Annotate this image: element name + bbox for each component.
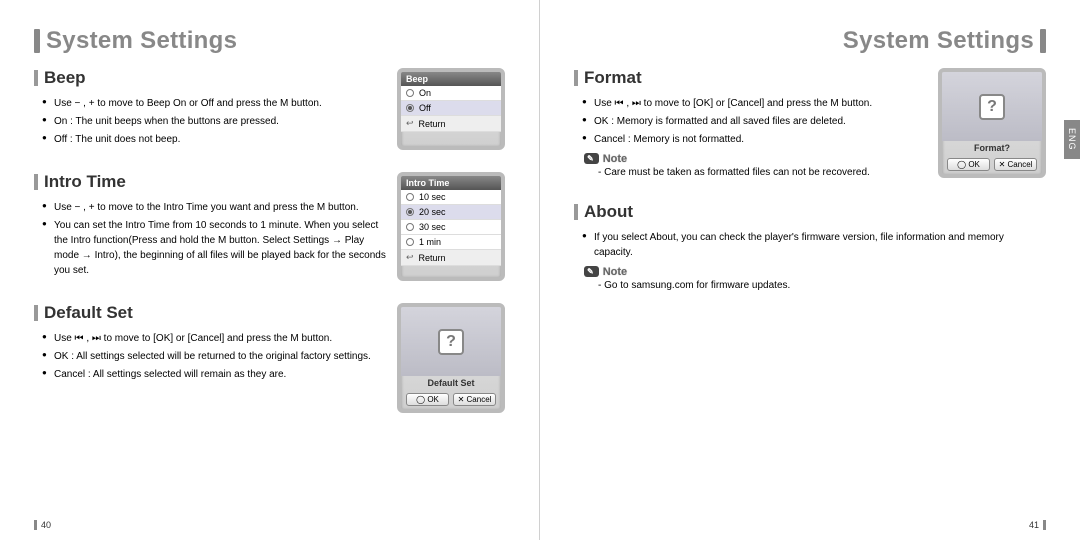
beep-bullet-0: Use − , + to move to Beep On or Off and … (44, 96, 387, 111)
ss-beep-header: Beep (401, 72, 501, 86)
page-right: System Settings Format Use ⏮ , ⏭ to move… (540, 0, 1080, 540)
heading-default: Default Set (34, 303, 387, 323)
title-accent (34, 29, 40, 53)
about-bullet-0: If you select About, you can check the p… (584, 230, 1036, 260)
ss-beep-return: ↩Return (401, 116, 501, 132)
screenshot-default: ? Default Set ◯ OK ✕ Cancel (397, 303, 505, 413)
section-intro: Intro Time Use − , + to move to the Intr… (34, 172, 505, 281)
heading-default-text: Default Set (44, 303, 133, 323)
page-number-right: 41 (1029, 520, 1046, 530)
heading-format: Format (574, 68, 928, 88)
dialog-ok: ◯ OK (406, 393, 449, 406)
page-title-bar-right: System Settings (574, 24, 1046, 58)
format-note-text: - Care must be taken as formatted files … (574, 165, 928, 180)
return-icon: ↩ (406, 252, 414, 263)
radio-icon (406, 238, 414, 246)
page-title: System Settings (46, 27, 237, 55)
ss-beep-off: Off (401, 101, 501, 116)
heading-beep: Beep (34, 68, 387, 88)
lang-tab: ENG (1064, 120, 1080, 159)
section-about: About If you select About, you can check… (574, 202, 1046, 293)
dialog-format-label: Format? (942, 141, 1042, 155)
ss-intro-header: Intro Time (401, 176, 501, 190)
format-bullet-2: Cancel : Memory is not formatted. (584, 132, 928, 147)
heading-intro: Intro Time (34, 172, 387, 192)
title-accent (1040, 29, 1046, 53)
ss-intro-30: 30 sec (401, 220, 501, 235)
screenshot-intro: Intro Time 10 sec 20 sec 30 sec 1 min ↩R… (397, 172, 505, 281)
radio-icon (406, 104, 414, 112)
heading-intro-text: Intro Time (44, 172, 126, 192)
note-icon (584, 153, 599, 164)
question-icon: ? (979, 94, 1005, 120)
format-bullet-0: Use ⏮ , ⏭ to move to [OK] or [Cancel] an… (584, 96, 928, 111)
dialog-cancel: ✕ Cancel (453, 393, 496, 406)
ss-intro-20: 20 sec (401, 205, 501, 220)
page-title-bar-left: System Settings (34, 24, 505, 58)
heading-about: About (574, 202, 1036, 222)
default-bullet-0: Use ⏮ , ⏭ to move to [OK] or [Cancel] an… (44, 331, 387, 346)
section-default: Default Set Use ⏮ , ⏭ to move to [OK] or… (34, 303, 505, 413)
note-label: Note (603, 153, 627, 165)
heading-about-text: About (584, 202, 633, 222)
beep-bullet-1: On : The unit beeps when the buttons are… (44, 114, 387, 129)
ss-beep-on: On (401, 86, 501, 101)
section-beep: Beep Use − , + to move to Beep On or Off… (34, 68, 505, 150)
page-title: System Settings (843, 27, 1034, 55)
screenshot-format: ? Format? ◯ OK ✕ Cancel (938, 68, 1046, 178)
question-icon: ? (438, 329, 464, 355)
radio-icon (406, 193, 414, 201)
note-icon (584, 266, 599, 277)
screenshot-beep: Beep On Off ↩Return (397, 68, 505, 150)
dialog-ok: ◯ OK (947, 158, 990, 171)
ss-intro-10: 10 sec (401, 190, 501, 205)
radio-icon (406, 89, 414, 97)
beep-bullet-2: Off : The unit does not beep. (44, 132, 387, 147)
about-note-text: - Go to samsung.com for firmware updates… (574, 278, 1036, 293)
default-bullet-1: OK : All settings selected will be retur… (44, 349, 387, 364)
note-label: Note (603, 266, 627, 278)
return-icon: ↩ (406, 118, 414, 129)
heading-format-text: Format (584, 68, 642, 88)
radio-icon (406, 208, 414, 216)
intro-bullet-1: You can set the Intro Time from 10 secon… (44, 218, 387, 278)
heading-beep-text: Beep (44, 68, 86, 88)
page-number-left: 40 (34, 520, 51, 530)
default-bullet-2: Cancel : All settings selected will rema… (44, 367, 387, 382)
dialog-cancel: ✕ Cancel (994, 158, 1037, 171)
intro-bullet-0: Use − , + to move to the Intro Time you … (44, 200, 387, 215)
ss-intro-return: ↩Return (401, 250, 501, 266)
dialog-default-label: Default Set (401, 376, 501, 390)
page-left: System Settings Beep Use − , + to move t… (0, 0, 540, 540)
radio-icon (406, 223, 414, 231)
format-bullet-1: OK : Memory is formatted and all saved f… (584, 114, 928, 129)
ss-intro-1min: 1 min (401, 235, 501, 250)
section-format: Format Use ⏮ , ⏭ to move to [OK] or [Can… (574, 68, 1046, 180)
